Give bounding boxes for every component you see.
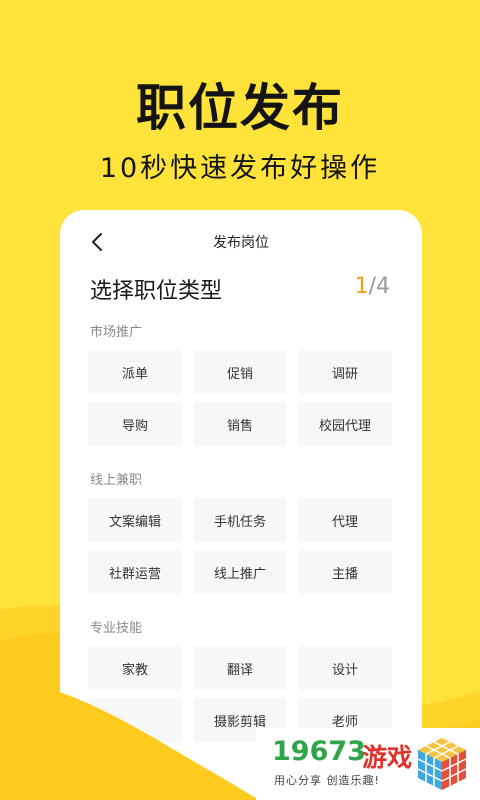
cube-logo-icon: [417, 738, 467, 790]
publish-job-card: 发布岗位 选择职位类型 1/4 市场推广 派单 促销 调研 导购 销售 校园代理…: [60, 210, 422, 800]
job-chip[interactable]: [88, 698, 182, 742]
step-current: 1: [354, 274, 369, 299]
job-chip[interactable]: 派单: [88, 350, 182, 394]
job-chip[interactable]: 翻译: [193, 646, 287, 690]
page-headline: 职位发布: [136, 79, 344, 137]
watermark-slogan: 用心分享 创造乐趣!: [274, 774, 380, 787]
card-title: 发布岗位: [213, 235, 269, 251]
watermark-number: 19673: [272, 736, 366, 767]
job-chip[interactable]: 线上推广: [193, 550, 287, 594]
page-subline: 10秒快速发布好操作: [99, 153, 381, 184]
job-chip[interactable]: 导购: [88, 402, 182, 446]
job-chip[interactable]: 代理: [298, 498, 392, 542]
job-chip[interactable]: 设计: [298, 646, 392, 690]
section-label-market: 市场推广: [90, 325, 143, 340]
job-chip[interactable]: 调研: [298, 350, 392, 394]
section-label-skills: 专业技能: [90, 621, 143, 636]
watermark-name: 游戏: [362, 743, 413, 772]
job-chip[interactable]: 手机任务: [193, 498, 287, 542]
job-chip[interactable]: 主播: [298, 550, 392, 594]
section-heading: 选择职位类型: [90, 279, 223, 304]
job-chip[interactable]: 社群运营: [88, 550, 182, 594]
site-watermark: 19673 游戏 用心分享 创造乐趣!: [256, 728, 480, 800]
job-chip[interactable]: 促销: [193, 350, 287, 394]
job-chip[interactable]: 文案编辑: [88, 498, 182, 542]
job-chip[interactable]: 销售: [193, 402, 287, 446]
section-label-online: 线上兼职: [90, 473, 143, 488]
step-total: /4: [368, 274, 390, 299]
job-chip[interactable]: 校园代理: [298, 402, 392, 446]
step-indicator: 1/4: [355, 274, 390, 299]
job-chip[interactable]: 家教: [88, 646, 182, 690]
